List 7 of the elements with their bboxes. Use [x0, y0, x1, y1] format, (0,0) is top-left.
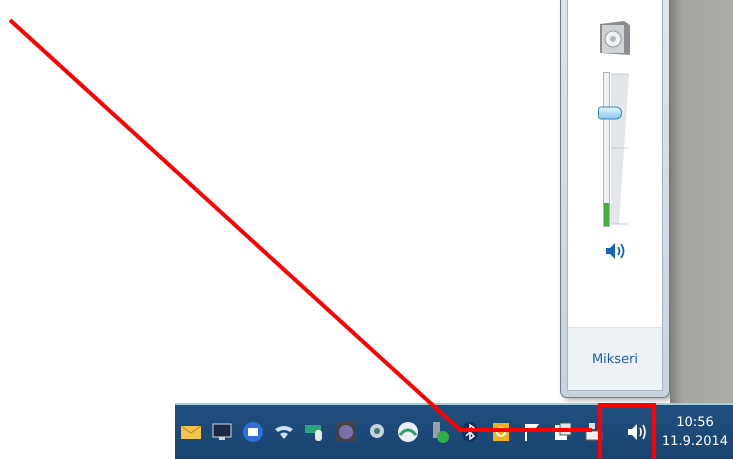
- mixer-link[interactable]: Mikseri: [592, 352, 638, 366]
- clock-time: 10:56: [676, 414, 714, 432]
- speaker-icon[interactable]: [604, 241, 626, 261]
- slider-thumb[interactable]: [598, 106, 622, 120]
- clock-date: 11.9.2014: [662, 433, 728, 451]
- speaker-icon: [598, 20, 632, 58]
- clock[interactable]: 10:56 11.9.2014: [656, 413, 733, 451]
